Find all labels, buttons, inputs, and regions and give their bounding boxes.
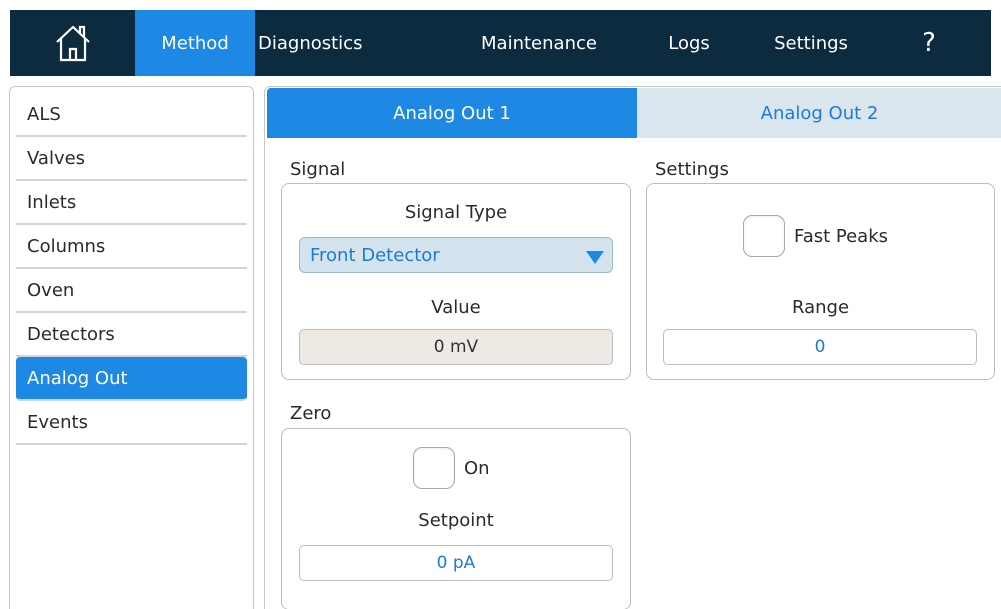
nav-tab-settings-label: Settings	[774, 32, 848, 54]
settings-section-title: Settings	[655, 159, 729, 180]
tab-analog-out-2[interactable]: Analog Out 2	[637, 88, 1001, 138]
setpoint-value: 0 pA	[436, 553, 476, 573]
sidebar-item-label: Analog Out	[27, 367, 128, 389]
zero-section-title: Zero	[290, 403, 332, 424]
value-label: Value	[431, 297, 481, 318]
tab-label: Analog Out 2	[760, 102, 879, 124]
zero-on-checkbox[interactable]	[413, 447, 455, 489]
zero-on-label: On	[464, 458, 490, 479]
setpoint-input[interactable]: 0 pA	[299, 545, 613, 581]
home-icon	[55, 25, 90, 62]
sidebar-item-label: Valves	[27, 147, 86, 169]
range-label: Range	[791, 297, 850, 318]
top-navigation-bar: Method Diagnostics Maintenance Logs Sett…	[10, 10, 991, 76]
sidebar-item-label: Events	[27, 411, 88, 433]
nav-tab-logs-label: Logs	[668, 32, 710, 54]
tab-analog-out-1[interactable]: Analog Out 1	[267, 88, 637, 138]
signal-type-value: Front Detector	[310, 244, 440, 266]
settings-group: Fast Peaks Range 0	[646, 183, 995, 380]
nav-tab-diagnostics[interactable]: Diagnostics	[255, 10, 455, 76]
signal-value-readout: 0 mV	[299, 329, 613, 365]
chevron-down-icon	[586, 251, 604, 264]
sidebar-item-inlets[interactable]: Inlets	[16, 181, 247, 225]
method-sidebar: ALS Valves Inlets Columns Oven Detectors…	[9, 86, 254, 609]
signal-section-title: Signal	[290, 159, 346, 180]
signal-value-text: 0 mV	[433, 337, 479, 357]
sidebar-item-label: Detectors	[27, 323, 115, 345]
sidebar-item-label: Oven	[27, 279, 75, 301]
fast-peaks-label: Fast Peaks	[794, 226, 889, 247]
analog-out-tabs: Analog Out 1 Analog Out 2	[267, 88, 1001, 138]
sidebar-item-columns[interactable]: Columns	[16, 225, 247, 269]
nav-tab-diagnostics-label: Diagnostics	[258, 32, 363, 54]
sidebar-item-label: ALS	[27, 103, 61, 125]
sidebar-item-valves[interactable]: Valves	[16, 137, 247, 181]
signal-type-label: Signal Type	[404, 202, 508, 223]
sidebar-item-label: Inlets	[27, 191, 77, 213]
nav-tab-logs[interactable]: Logs	[623, 10, 755, 76]
home-button[interactable]	[10, 10, 135, 76]
fast-peaks-checkbox[interactable]	[743, 215, 785, 257]
help-button[interactable]: ?	[867, 10, 991, 76]
sidebar-item-detectors[interactable]: Detectors	[16, 313, 247, 357]
signal-type-dropdown[interactable]: Front Detector	[299, 237, 613, 273]
sidebar-item-oven[interactable]: Oven	[16, 269, 247, 313]
nav-tab-maintenance[interactable]: Maintenance	[455, 10, 623, 76]
sidebar-item-analog-out[interactable]: Analog Out	[16, 357, 247, 401]
nav-tab-method-label: Method	[161, 32, 229, 54]
range-input[interactable]: 0	[663, 329, 977, 365]
signal-group: Signal Type Front Detector Value 0 mV	[281, 183, 631, 380]
range-value: 0	[814, 337, 826, 357]
help-icon: ?	[922, 28, 936, 58]
sidebar-item-als[interactable]: ALS	[16, 93, 247, 137]
sidebar-item-label: Columns	[27, 235, 106, 257]
zero-group: On Setpoint 0 pA	[281, 428, 631, 609]
analog-out-panel: Analog Out 1 Analog Out 2 Signal Signal …	[264, 86, 1001, 609]
nav-tab-method[interactable]: Method	[135, 10, 255, 76]
nav-tab-maintenance-label: Maintenance	[481, 32, 597, 54]
setpoint-label: Setpoint	[418, 510, 494, 531]
tab-label: Analog Out 1	[393, 102, 511, 124]
nav-tab-settings[interactable]: Settings	[755, 10, 867, 76]
sidebar-item-events[interactable]: Events	[16, 401, 247, 445]
